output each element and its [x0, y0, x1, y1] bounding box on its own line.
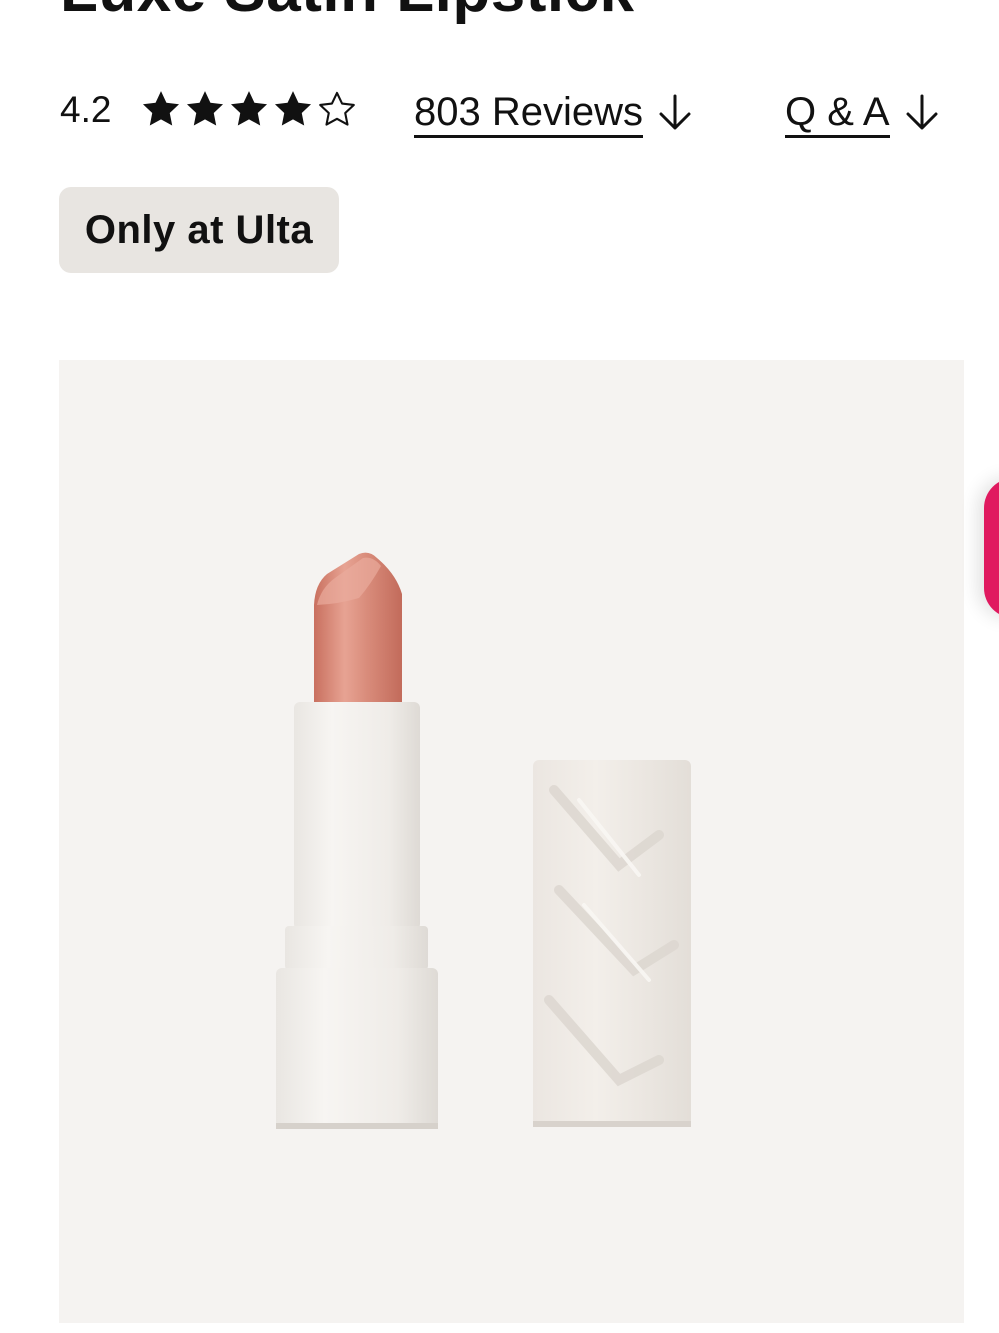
- star-rating[interactable]: [140, 88, 358, 130]
- arrow-down-icon: [659, 94, 691, 130]
- floating-action-tab[interactable]: [984, 478, 999, 618]
- product-title: Luxe Satin Lipstick: [60, 0, 635, 22]
- reviews-link-label[interactable]: 803 Reviews: [414, 90, 644, 138]
- reviews-link[interactable]: 803 Reviews: [414, 90, 695, 138]
- rating-value: 4.2: [60, 89, 112, 130]
- product-image[interactable]: [59, 360, 964, 1323]
- exclusive-badge: Only at Ulta: [59, 187, 339, 273]
- qa-link-label[interactable]: Q & A: [785, 90, 890, 138]
- star-filled-icon: [186, 91, 224, 126]
- qa-link[interactable]: Q & A: [785, 90, 942, 138]
- star-outline-icon: [319, 91, 355, 126]
- star-filled-icon: [230, 91, 268, 126]
- rating-row: 4.2 803 Reviews Q & A: [60, 84, 970, 144]
- lipstick-illustration: [276, 552, 691, 1129]
- star-filled-icon: [274, 91, 312, 126]
- arrow-down-icon: [906, 94, 937, 130]
- star-filled-icon: [142, 91, 180, 126]
